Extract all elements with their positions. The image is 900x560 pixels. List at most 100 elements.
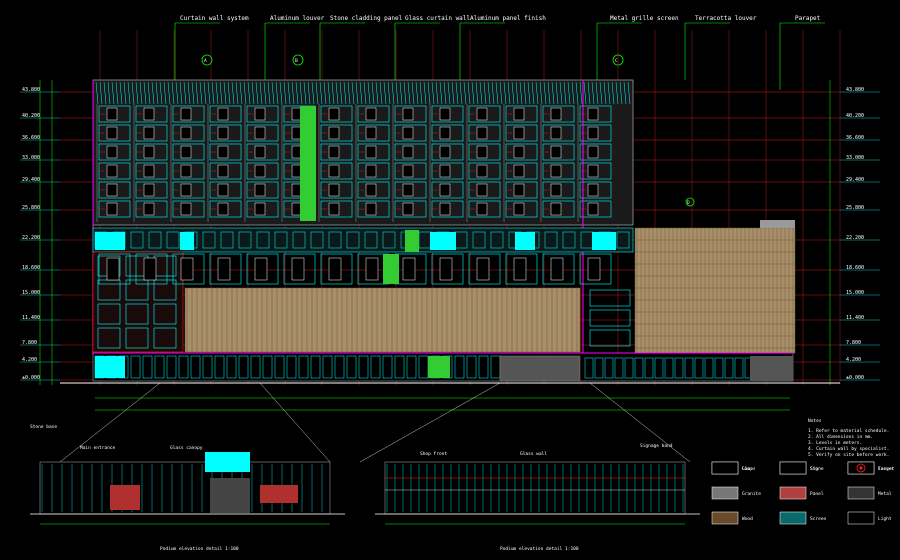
tower-window-inner — [365, 126, 377, 140]
tower-window-inner — [180, 183, 192, 197]
podium-upper-window-inner — [513, 257, 527, 281]
legend-swatch — [711, 461, 739, 475]
legend-target-dot — [859, 466, 863, 470]
transfer-band-green — [405, 230, 419, 252]
marker-label-b: B — [295, 58, 298, 64]
tower-window-inner — [365, 145, 377, 159]
annex-parapet — [760, 220, 795, 228]
tower-window-inner — [513, 164, 525, 178]
callout-layer: Curtain wall system Aluminum louver Ston… — [180, 15, 821, 22]
tower-window-inner — [143, 202, 155, 216]
tower-window-inner — [587, 183, 599, 197]
tower-window-inner — [402, 202, 414, 216]
tower-window-inner — [587, 164, 599, 178]
tower-window-inner — [328, 107, 340, 121]
transfer-band-highlight — [515, 232, 535, 250]
notes-line-2: 2. All dimensions in mm. — [808, 434, 873, 440]
tower-window-inner — [402, 107, 414, 121]
tower-window-inner — [254, 164, 266, 178]
tower-core-green — [300, 106, 316, 221]
podium-upper-window-inner — [143, 257, 157, 281]
tower-window-inner — [106, 183, 118, 197]
tower-window-inner — [143, 145, 155, 159]
tower-window-inner — [328, 202, 340, 216]
legend-swatch — [847, 511, 875, 525]
storefront-glass — [95, 356, 125, 378]
tower-window-inner — [550, 145, 562, 159]
tower-window-inner — [439, 107, 451, 121]
tower-window-inner — [513, 107, 525, 121]
tower-window-inner — [439, 145, 451, 159]
detail-left-panel — [260, 485, 298, 503]
tower-window-inner — [217, 202, 229, 216]
legend-swatch — [847, 486, 875, 500]
transfer-band-highlight — [180, 232, 194, 250]
legend-swatch — [779, 486, 807, 500]
granite-base-right — [750, 356, 793, 381]
tower-window-inner — [106, 202, 118, 216]
legend-label: Lamp — [742, 466, 753, 472]
podium-upper-window-inner — [217, 257, 231, 281]
tower-window-inner — [402, 183, 414, 197]
tower-window-inner — [328, 183, 340, 197]
detail-left-label-1: Main entrance — [80, 445, 116, 451]
detail-left-panel — [110, 485, 140, 510]
tower-window-inner — [439, 126, 451, 140]
notes-line-1: 1. Refer to material schedule. — [808, 428, 889, 434]
tower-window-inner — [365, 183, 377, 197]
tower-window-inner — [550, 202, 562, 216]
legend-label: Target — [878, 466, 895, 472]
tower-window-inner — [106, 126, 118, 140]
callout-label-1: Curtain wall system — [180, 15, 249, 22]
detail-left-granite — [210, 478, 250, 513]
tower-window-inner — [513, 202, 525, 216]
podium-upper-window-inner — [180, 257, 194, 281]
legend-label: Panel — [810, 491, 824, 497]
tower-window-inner — [402, 164, 414, 178]
elevation-drawing: Curtain wall system Aluminum louver Ston… — [0, 0, 900, 560]
tower-window-inner — [550, 107, 562, 121]
podium-left-block — [92, 251, 184, 353]
tower-window-inner — [513, 145, 525, 159]
podium-upper-window-inner — [550, 257, 564, 281]
tower-window-inner — [476, 126, 488, 140]
detail-right-frame — [384, 461, 686, 515]
podium-upper-window-inner — [254, 257, 268, 281]
marker-label-d: D — [687, 200, 690, 206]
podium-upper-window-inner — [365, 257, 379, 281]
tower-window-inner — [328, 145, 340, 159]
podium-upper-window-inner — [328, 257, 342, 281]
notes-line-4: 4. Curtain wall by specialist. — [808, 446, 889, 452]
tower-window-inner — [402, 126, 414, 140]
tower-window-inner — [217, 126, 229, 140]
callout-label-5: Aluminum panel finish — [470, 15, 546, 22]
tower-window-inner — [254, 107, 266, 121]
tower-window-inner — [254, 145, 266, 159]
tower-window-inner — [217, 107, 229, 121]
transfer-band — [92, 227, 634, 253]
transfer-band-highlight — [430, 232, 456, 250]
callout-label-8: Parapet — [795, 15, 821, 22]
detail-right-label-2: Glass wall — [520, 451, 547, 457]
tower-window-inner — [476, 202, 488, 216]
tower-window-inner — [365, 164, 377, 178]
tower-window-inner — [254, 202, 266, 216]
tower-window-inner — [402, 145, 414, 159]
legend-label: Sign — [810, 466, 821, 472]
tower-window-inner — [254, 126, 266, 140]
legend-swatch — [711, 486, 739, 500]
legend-swatch — [711, 511, 739, 525]
podium-upper-window-inner — [476, 257, 490, 281]
entrance-door — [428, 356, 450, 378]
legend-swatch — [779, 511, 807, 525]
tower-window-inner — [180, 202, 192, 216]
tower-window-inner — [513, 183, 525, 197]
detail-left-note: Stone base — [30, 424, 57, 430]
tower-window-inner — [328, 126, 340, 140]
callout-label-6: Metal grille screen — [610, 15, 679, 22]
tower-window-inner — [180, 145, 192, 159]
legend-label: Screen — [810, 516, 827, 522]
podium-upper-window-inner — [587, 257, 601, 281]
legend-label: Metal — [878, 491, 892, 497]
tower-window-inner — [143, 107, 155, 121]
